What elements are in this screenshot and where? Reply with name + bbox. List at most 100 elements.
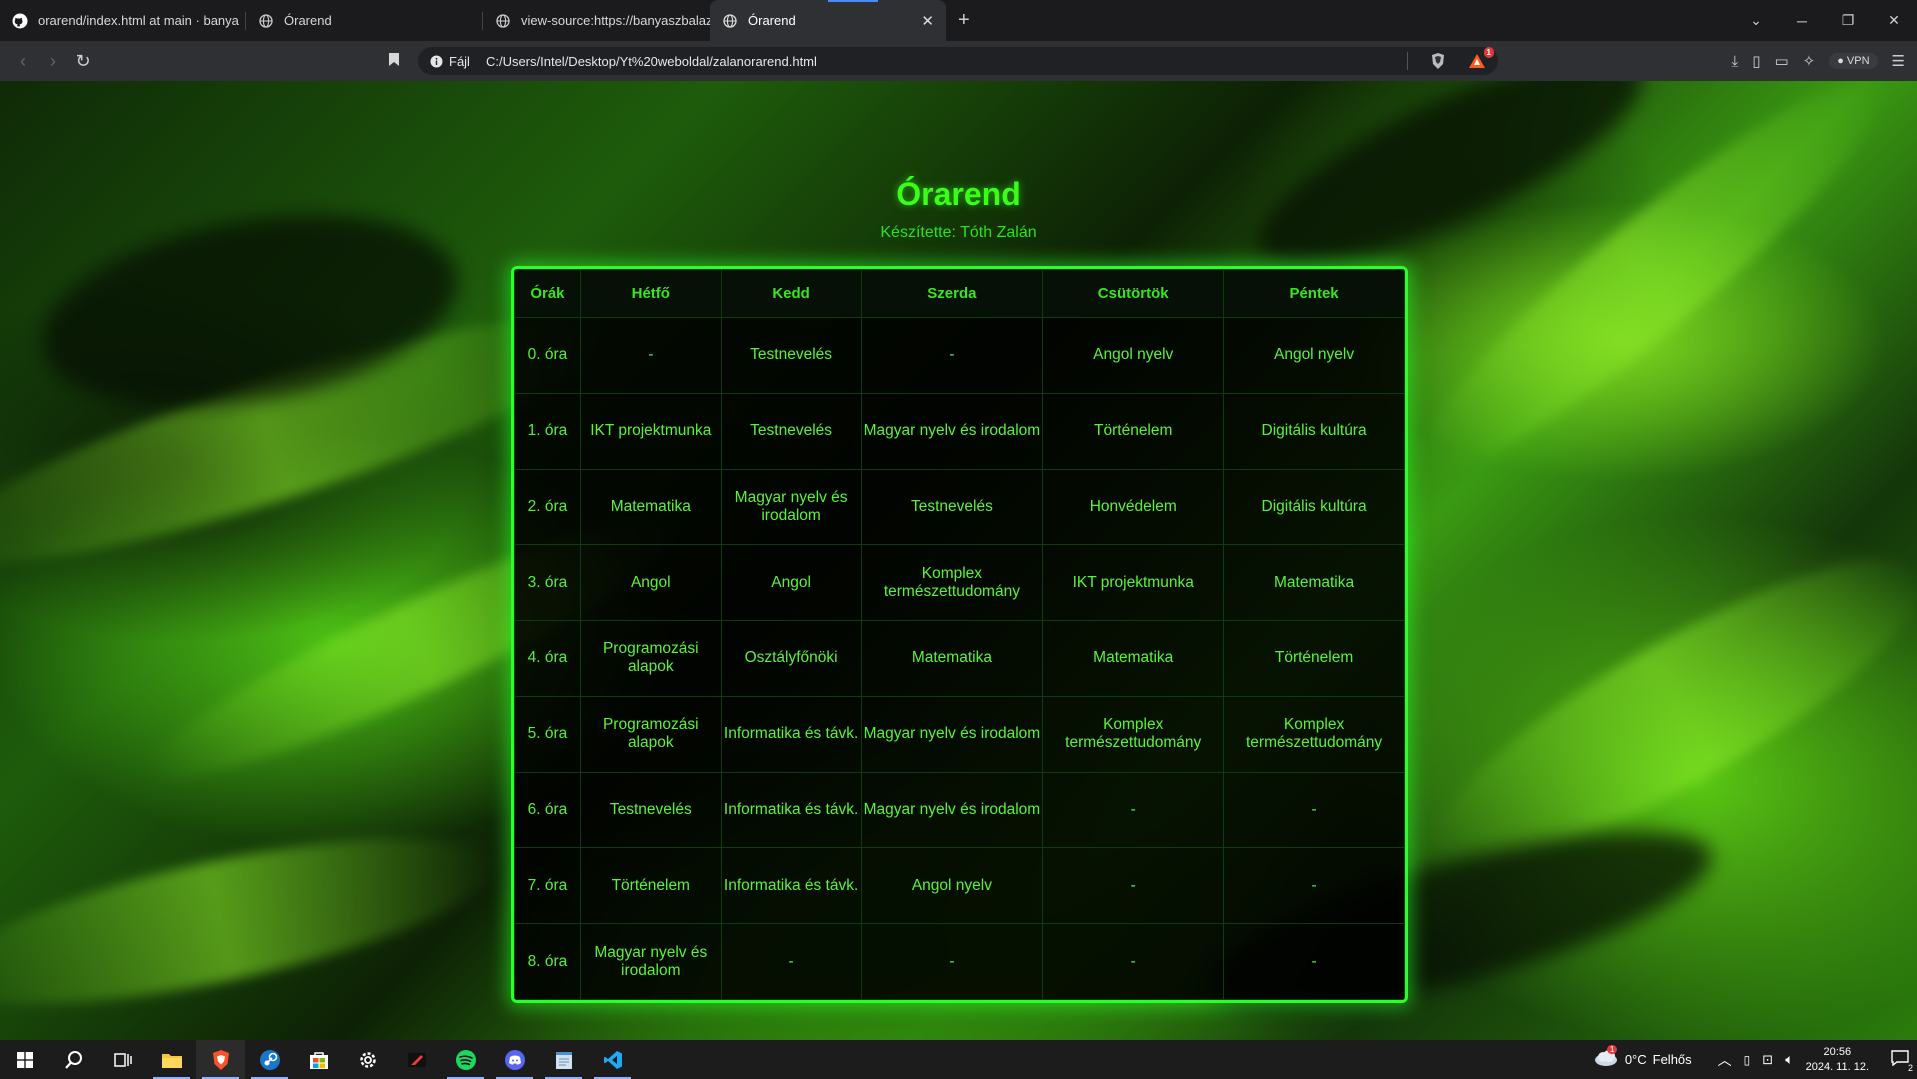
chevron-up-icon[interactable]: ︿ xyxy=(1718,1050,1732,1070)
taskbar-store[interactable] xyxy=(294,1040,343,1079)
clock[interactable]: 20:56 2024. 11. 12. xyxy=(1806,1045,1869,1075)
globe-icon xyxy=(495,13,511,29)
weather-temperature: 0°C xyxy=(1624,1052,1647,1067)
sidebar-icon[interactable]: ▯ xyxy=(1752,52,1760,70)
table-cell: Informatika és távk. xyxy=(720,847,862,925)
taskbar-steam[interactable] xyxy=(245,1040,294,1079)
discord-icon xyxy=(504,1049,525,1070)
table-cell: - xyxy=(1223,771,1405,849)
new-tab-icon[interactable]: + xyxy=(958,9,970,32)
taskbar-media-app[interactable] xyxy=(392,1040,441,1079)
tab-orarend-active[interactable]: Órarend ✕ xyxy=(710,0,946,41)
vscode-icon xyxy=(603,1050,622,1069)
window-close-icon[interactable]: ✕ xyxy=(1871,12,1917,29)
wallet-icon[interactable]: ▭ xyxy=(1774,52,1788,70)
minimize-icon[interactable]: ─ xyxy=(1779,13,1825,29)
table-cell: Programozási alapok xyxy=(579,620,722,697)
table-cell: - xyxy=(860,923,1044,1000)
table-cell: Testnevelés xyxy=(720,392,862,470)
table-cell: Angol xyxy=(720,544,862,622)
volume-icon[interactable]: 🔈︎ xyxy=(1785,1051,1793,1068)
search-icon xyxy=(64,1050,82,1069)
site-info-chip[interactable]: Fájl xyxy=(430,54,486,69)
notification-center-icon[interactable]: 2 xyxy=(1891,1050,1913,1073)
steam-icon xyxy=(259,1049,280,1070)
table-cell: Komplex természettudomány xyxy=(860,544,1044,622)
taskbar-file-explorer[interactable] xyxy=(147,1040,196,1079)
rewards-icon[interactable]: 1 xyxy=(1468,47,1494,69)
table-cell: Testnevelés xyxy=(720,317,862,394)
table-cell: Történelem xyxy=(1223,620,1405,697)
close-icon[interactable]: ✕ xyxy=(921,12,934,30)
forward-icon[interactable]: › xyxy=(38,51,68,72)
hour-cell: 0. óra xyxy=(514,317,581,394)
notification-count: 2 xyxy=(1907,1063,1913,1073)
table-cell: - xyxy=(860,317,1044,394)
taskbar-vscode[interactable] xyxy=(588,1040,637,1079)
table-row: 8. óra Magyar nyelv és irodalom - - - - xyxy=(514,923,1405,1000)
table-cell: - xyxy=(1223,923,1405,1000)
header-monday: Hétfő xyxy=(579,269,722,318)
vpn-button[interactable]: ● VPN xyxy=(1829,53,1878,69)
table-row: 1. óra IKT projektmunka Testnevelés Magy… xyxy=(514,392,1405,470)
file-label: Fájl xyxy=(449,53,470,69)
taskbar-spotify[interactable] xyxy=(441,1040,490,1079)
table-cell: IKT projektmunka xyxy=(579,392,722,470)
hour-cell: 1. óra xyxy=(514,392,581,470)
header-friday: Péntek xyxy=(1223,269,1405,318)
header-thursday: Csütörtök xyxy=(1042,269,1225,318)
table-cell: Informatika és távk. xyxy=(720,771,862,849)
window-controls: ⌄ ─ ❐ ✕ xyxy=(1733,12,1917,29)
tab-github[interactable]: orarend/index.html at main · banya xyxy=(0,0,245,41)
vpn-label: VPN xyxy=(1846,55,1870,67)
table-cell: Angol xyxy=(579,544,722,622)
table-cell: Magyar nyelv és irodalom xyxy=(860,392,1044,470)
bookmark-icon[interactable] xyxy=(388,52,400,72)
table-row: 0. óra - Testnevelés - Angol nyelv Angol… xyxy=(514,317,1405,394)
device-icon[interactable]: ▯ xyxy=(1744,1053,1751,1067)
table-cell: - xyxy=(1042,847,1225,925)
tab-view-source[interactable]: view-source:https://banyaszbalazs.g xyxy=(483,0,710,41)
table-cell: - xyxy=(1042,923,1225,1000)
task-view-button[interactable] xyxy=(98,1040,147,1079)
taskbar-notepad[interactable] xyxy=(539,1040,588,1079)
menu-icon[interactable]: ☰ xyxy=(1892,52,1905,70)
table-cell: Testnevelés xyxy=(579,771,722,849)
table-cell: Komplex természettudomány xyxy=(1223,695,1405,773)
leo-ai-icon[interactable]: ✧ xyxy=(1803,52,1816,70)
address-bar[interactable]: Fájl C:/Users/Intel/Desktop/Yt%20webolda… xyxy=(418,47,1498,75)
globe-icon xyxy=(258,13,274,29)
table-cell: Programozási alapok xyxy=(579,695,722,773)
restore-icon[interactable]: ❐ xyxy=(1825,12,1871,29)
media-app-icon xyxy=(407,1052,426,1067)
taskbar-discord[interactable] xyxy=(490,1040,539,1079)
windows-logo-icon xyxy=(16,1051,33,1068)
hour-cell: 6. óra xyxy=(514,771,581,849)
clock-date: 2024. 11. 12. xyxy=(1805,1060,1869,1073)
tab-orarend-1[interactable]: Órarend xyxy=(246,0,482,41)
table-cell: Magyar nyelv és irodalom xyxy=(860,771,1044,849)
table-cell: Matematika xyxy=(1223,544,1405,622)
url-text[interactable]: C:/Users/Intel/Desktop/Yt%20weboldal/zal… xyxy=(486,54,817,69)
back-icon[interactable]: ‹ xyxy=(8,51,38,72)
reload-icon[interactable]: ↻ xyxy=(68,51,98,72)
taskbar-brave[interactable] xyxy=(196,1040,245,1079)
page-title: Órarend xyxy=(896,176,1021,212)
table-cell: Digitális kultúra xyxy=(1223,392,1405,470)
weather-widget[interactable]: 1 0°C Felhős xyxy=(1593,1045,1692,1070)
hour-cell: 8. óra xyxy=(514,923,581,1000)
brave-shield-icon[interactable] xyxy=(1430,52,1446,70)
table-cell: Angol nyelv xyxy=(860,847,1044,925)
network-icon[interactable]: ⊡ xyxy=(1762,1052,1773,1068)
taskbar-settings-app[interactable] xyxy=(343,1040,392,1079)
store-icon xyxy=(309,1051,328,1069)
hour-cell: 7. óra xyxy=(514,847,581,925)
table-cell: IKT projektmunka xyxy=(1042,544,1225,622)
tab-title: Órarend xyxy=(284,13,332,28)
search-button[interactable] xyxy=(49,1040,98,1079)
tab-title: view-source:https://banyaszbalazs.g xyxy=(521,13,710,28)
download-icon[interactable]: ⤓ xyxy=(1732,53,1739,70)
start-button[interactable] xyxy=(0,1040,49,1079)
header-hours: Órák xyxy=(514,269,581,318)
tab-search-chevron-icon[interactable]: ⌄ xyxy=(1733,12,1779,29)
